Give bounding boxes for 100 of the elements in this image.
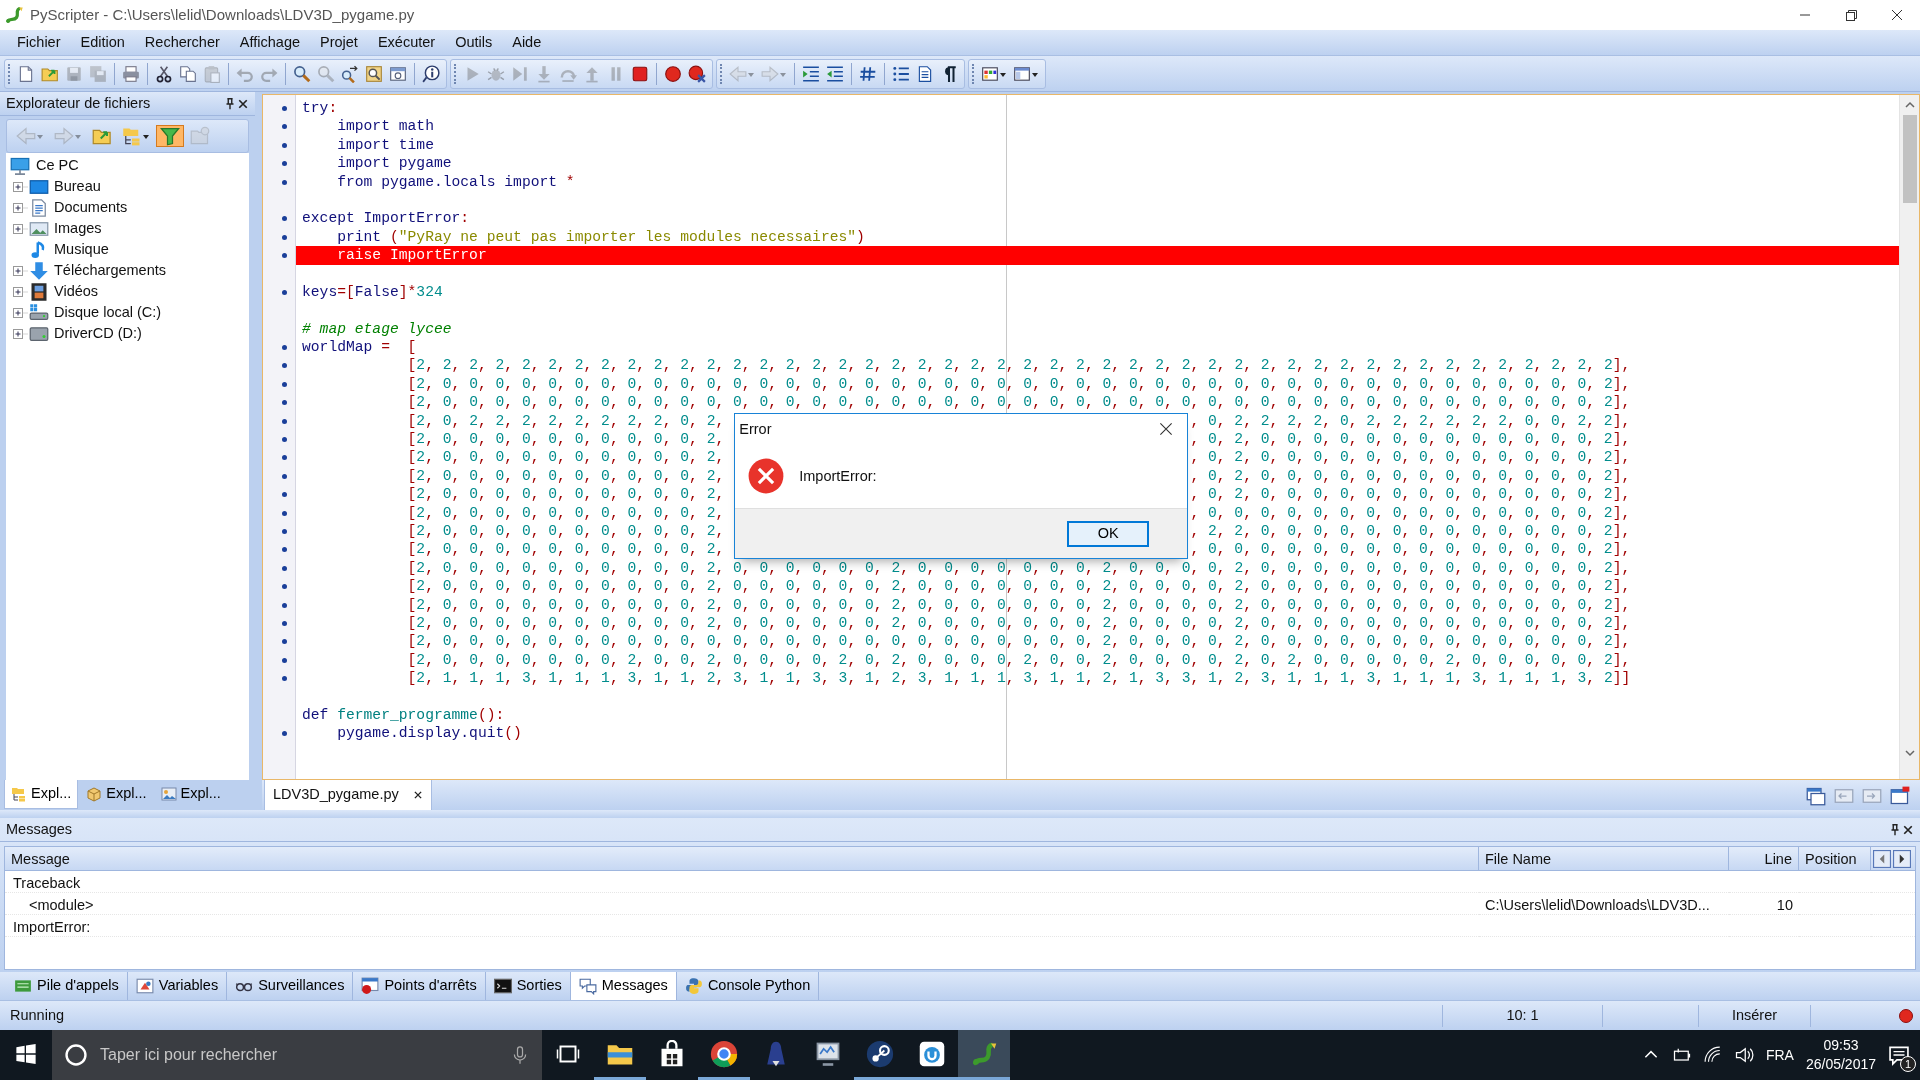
panel-tab[interactable]: Expl... (80, 780, 153, 808)
column-header[interactable]: Message (5, 847, 1479, 871)
filter-icon[interactable] (160, 126, 180, 146)
document-icon (29, 197, 49, 218)
wifi-icon[interactable] (1703, 1046, 1722, 1064)
notification-icon[interactable] (1888, 1044, 1910, 1067)
code-line: , 0, 2, 0, 0, 0, 0, 0, 0, 0, 0, 0, 0, 0, 0, 0, 2], (1190, 430, 1631, 449)
panel-tab[interactable]: Expl... (154, 780, 227, 808)
clock-date[interactable]: 26/05/2017 (1805, 1055, 1876, 1074)
menu-item[interactable]: Outils (446, 29, 502, 56)
browser-icon[interactable] (710, 1039, 738, 1068)
close-icon[interactable] (1902, 823, 1914, 836)
square-logo-icon[interactable] (918, 1039, 946, 1068)
language-indicator[interactable]: FRA (1765, 1044, 1794, 1066)
new-file-icon[interactable] (17, 64, 35, 83)
clock-time[interactable]: 09:53 (1823, 1036, 1859, 1055)
layout-icon[interactable] (1013, 64, 1031, 83)
box-icon (86, 785, 103, 802)
code-line: [2, 0, 0, 0, 0, 0, 0, 0, 0, 0, 0, 2, (406, 503, 725, 522)
copy-icon[interactable] (179, 64, 197, 83)
notification-count: 1 (1900, 1056, 1916, 1073)
column-header[interactable]: Position (1799, 847, 1871, 871)
printer-icon[interactable] (122, 64, 140, 83)
code-line: [2, 0, 0, 0, 0, 0, 0, 0, 0, 0, 0, 2, (406, 485, 725, 504)
table-cell: 10 (1776, 897, 1793, 913)
info-icon[interactable] (422, 64, 440, 83)
numbered-list-icon[interactable] (892, 64, 910, 83)
breakpoint-icon[interactable] (664, 64, 682, 83)
menu-item[interactable]: Projet (311, 29, 367, 56)
volume-icon[interactable] (1733, 1045, 1754, 1065)
indent-icon[interactable] (802, 64, 820, 83)
menu-item[interactable]: Affichage (230, 29, 309, 56)
find-in-files-icon[interactable] (365, 64, 383, 83)
menu-item[interactable]: Rechercher (135, 29, 229, 56)
scroll-right-icon[interactable] (1893, 849, 1911, 868)
code-line: [2, 0, 0, 0, 0, 0, 0, 0, 0, 0, 0, 2, (406, 448, 725, 467)
clear-breakpoints-icon[interactable] (688, 64, 706, 83)
hash-icon[interactable] (859, 64, 877, 83)
film-icon (29, 281, 49, 302)
column-header[interactable]: File Name (1479, 847, 1729, 871)
page-icon[interactable] (916, 64, 934, 83)
menu-item[interactable]: Exécuter (368, 29, 445, 56)
code-line: [2, 0, 2, 2, 2, 2, 2, 2, 2, 2, 0, 2, (406, 411, 725, 431)
code-line: [2, 2, 2, 2, 2, 2, 2, 2, 2, 2, 2, 2, 2, 2, 2, 2, 2, 2, 2, 2, 2, 2, 2, 2, 2, 2, 2, 2, 2, 2, 2, 2, 2, 2, 2, 2, 2, 2, 2, 2, 2, 2, 2, 2, 2, 2], (406, 356, 1631, 375)
window-list-icon[interactable] (1806, 786, 1826, 806)
tree-item[interactable]: Bureau (54, 175, 101, 198)
code-line: [2, 1, 1, 1, 3, 1, 1, 1, 3, 1, 1, 2, 3, 1, 1, 3, 3, 1, 2, 3, 1, 1, 1, 3, 1, 1, 2, 1, 3, 3, 1, 2, 3, 1, 1, 1, 3, 1, 1, 1, 3, 1, 1, 1, 3, 2]] (406, 669, 1631, 688)
code-line: [2, 0, 0, 0, 0, 0, 0, 0, 0, 0, 0, 2, 0, 0, 0, 0, 0, 0, 2, 0, 0, 0, 0, 0, 0, 0, 2, 0, 0, 0, 0, 2, 0, 0, 0, 0, 0, 0, 0, 0, 0, 0, 0, 0, 0, 2], (406, 558, 1631, 578)
code-line: [2, 0, 0, 0, 0, 0, 0, 0, 0, 0, 0, 2, 0, 0, 0, 0, 0, 0, 2, 0, 0, 0, 0, 0, 0, 0, 2, 0, 0, 0, 0, 2, 0, 0, 0, 0, 0, 0, 0, 0, 0, 0, 0, 0, 0, 2], (406, 577, 1631, 596)
search-icon[interactable] (293, 64, 311, 83)
scroll-left-icon[interactable] (1873, 849, 1891, 868)
folder-tree-icon[interactable] (122, 126, 142, 146)
editor-tab[interactable]: LDV3D_pygame.py (264, 780, 432, 811)
close-icon[interactable] (1889, 7, 1905, 23)
replace-icon[interactable] (341, 64, 359, 83)
code-line: [2, 0, 0, 0, 0, 0, 0, 0, 0, 0, 0, 2, (406, 430, 725, 449)
tab-label[interactable]: LDV3D_pygame.py (273, 784, 399, 806)
tree-item[interactable]: Vidéos (54, 280, 99, 303)
tree-item[interactable]: Téléchargements (54, 259, 167, 282)
close-icon[interactable] (412, 789, 423, 800)
column-header[interactable]: Line (1729, 847, 1799, 871)
tree-item[interactable]: Images (54, 217, 102, 240)
code-line: # map etage lycee (301, 319, 452, 339)
drive-icon (29, 302, 49, 323)
code-line: [2, 0, 0, 0, 0, 0, 0, 0, 0, 0, 0, 2, 0, 0, 0, 0, 0, 0, 2, 0, 0, 0, 0, 0, 0, 0, 2, 0, 0, 0, 0, 2, 0, 0, 0, 0, 0, 0, 0, 0, 0, 0, 0, 0, 0, 2], (406, 613, 1631, 633)
dedent-icon[interactable] (826, 64, 844, 83)
menu-item[interactable]: Fichier (8, 29, 70, 56)
panel-tab[interactable]: Messages (570, 972, 677, 1000)
start-icon[interactable] (15, 1042, 37, 1065)
code-editor[interactable] (262, 94, 1920, 780)
console-icon (493, 977, 512, 995)
tree-item[interactable]: Disque local (C:) (54, 301, 162, 324)
code-line: , 0, 2, 2, 2, 2, 0, 2, 2, 2, 2, 2, 2, 0, 0, 2, 2], (1190, 411, 1631, 431)
error-icon (747, 457, 786, 495)
panel-tab[interactable]: Expl... (4, 780, 79, 809)
code-line: , 2, 2, 0, 0, 0, 0, 0, 0, 0, 0, 0, 0, 0, 0, 0, 2], (1190, 522, 1631, 541)
ok-button[interactable]: OK (1067, 520, 1150, 547)
window-icon[interactable] (389, 64, 407, 83)
round-logo-icon[interactable] (866, 1039, 894, 1068)
panel-title: Messages (6, 819, 74, 839)
stop-icon[interactable] (631, 64, 649, 83)
tree-item[interactable]: Musique (54, 238, 109, 261)
close-icon[interactable] (237, 97, 249, 110)
tree-item[interactable]: Ce PC (36, 154, 79, 177)
code-line: import time (336, 135, 434, 155)
grid-icon[interactable] (981, 64, 999, 83)
code-line: [2, 0, 0, 0, 0, 0, 0, 0, 0, 0, 0, 0, 0, 0, 0, 0, 0, 0, 0, 0, 0, 0, 0, 0, 0, 0, 0, 0, 0, 0, 0, 0, 0, 0, 0, 0, 0, 0, 0, 0, 0, 0, 0, 0, 0, 2], (406, 374, 1631, 394)
search-field[interactable]: Taper ici pour rechercher (98, 1042, 500, 1068)
restore-icon[interactable] (1843, 7, 1859, 23)
close-window-icon[interactable] (1890, 786, 1910, 806)
scissors-icon[interactable] (155, 64, 173, 83)
tree-item[interactable]: DriverCD (D:) (54, 322, 142, 345)
caret-icon[interactable] (142, 132, 150, 140)
code-line: , 0, 2, 0, 0, 0, 0, 0, 0, 0, 0, 0, 0, 0, 0, 0, 2], (1190, 485, 1631, 504)
window-title: PyScripter - C:\Users\lelid\Downloads\LDV3D_pygame.py (30, 4, 416, 25)
menu-item[interactable]: Edition (71, 29, 134, 56)
search-box[interactable]: Taper ici pour rechercher (52, 1030, 542, 1080)
menu-item[interactable]: Aide (503, 29, 551, 56)
code-line: def fermer_programme(): (301, 705, 505, 725)
tree-item[interactable]: Documents (54, 196, 128, 219)
